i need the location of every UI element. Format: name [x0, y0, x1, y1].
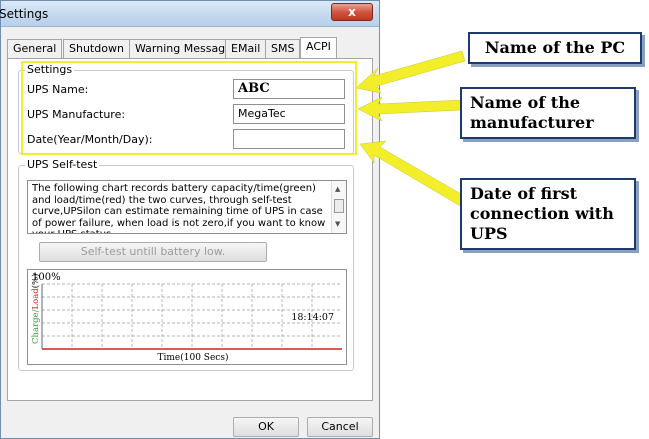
annotation-date-line3: UPS [470, 224, 508, 243]
arrow-manufacturer-icon [357, 96, 463, 122]
annotation-manufacturer-line2: manufacturer [470, 113, 594, 132]
annotation-date-line2: connection with [470, 204, 614, 223]
arrow-pc-name-icon [355, 50, 466, 94]
annotation-date: Date of first connection with UPS [460, 178, 636, 250]
annotation-date-line1: Date of first [470, 184, 577, 203]
annotation-pc-name: Name of the PC [468, 32, 642, 64]
annotation-pc-name-text: Name of the PC [484, 38, 626, 57]
annotation-manufacturer-line1: Name of the [470, 93, 580, 112]
arrow-date-icon [359, 140, 469, 208]
annotation-manufacturer: Name of the manufacturer [460, 87, 636, 139]
